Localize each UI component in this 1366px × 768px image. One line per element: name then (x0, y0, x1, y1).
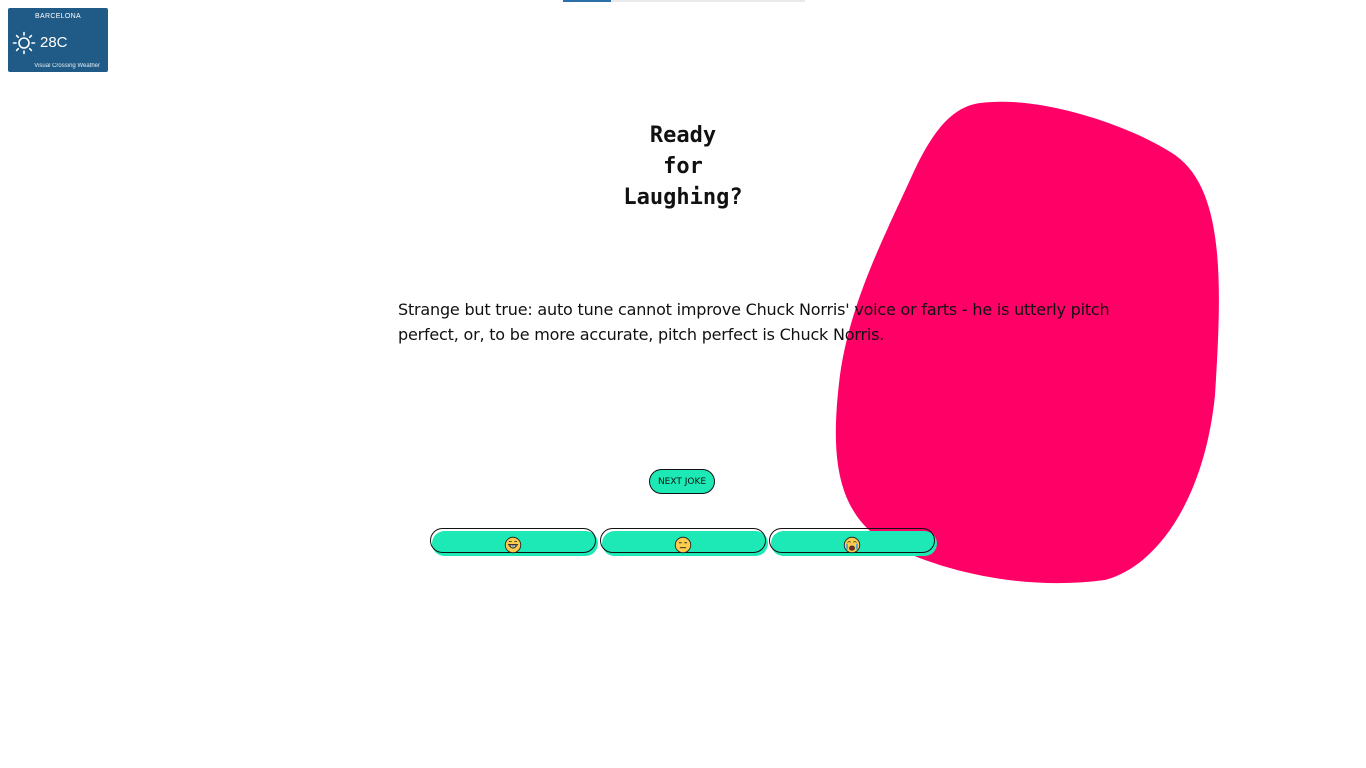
top-progress-fill (563, 0, 612, 2)
rating-crying (769, 528, 937, 556)
weather-city: BARCELONA (35, 13, 81, 20)
page-heading: Ready for Laughing? (583, 120, 783, 213)
page: BARCELONA 28C Visual Crossing Weather Re… (0, 0, 1366, 768)
joke-text: Strange but true: auto tune cannot impro… (398, 300, 1110, 344)
sun-icon (12, 31, 36, 55)
weather-widget[interactable]: BARCELONA 28C Visual Crossing Weather (8, 8, 108, 72)
heading-line-1: Ready (649, 123, 717, 148)
crying-face-icon (843, 536, 861, 554)
heading-line-2: for (663, 154, 703, 179)
heading-line-3: Laughing? (623, 185, 743, 210)
weather-temperature: 28C (40, 34, 68, 51)
next-joke-button[interactable]: NEXT JOKE (649, 469, 715, 494)
neutral-face-icon (674, 536, 692, 554)
grinning-face-icon (504, 536, 522, 554)
weather-brand: Visual Crossing Weather (34, 63, 100, 69)
rating-funny (430, 528, 598, 556)
top-progress-bar (563, 0, 805, 2)
rating-meh (600, 528, 768, 556)
